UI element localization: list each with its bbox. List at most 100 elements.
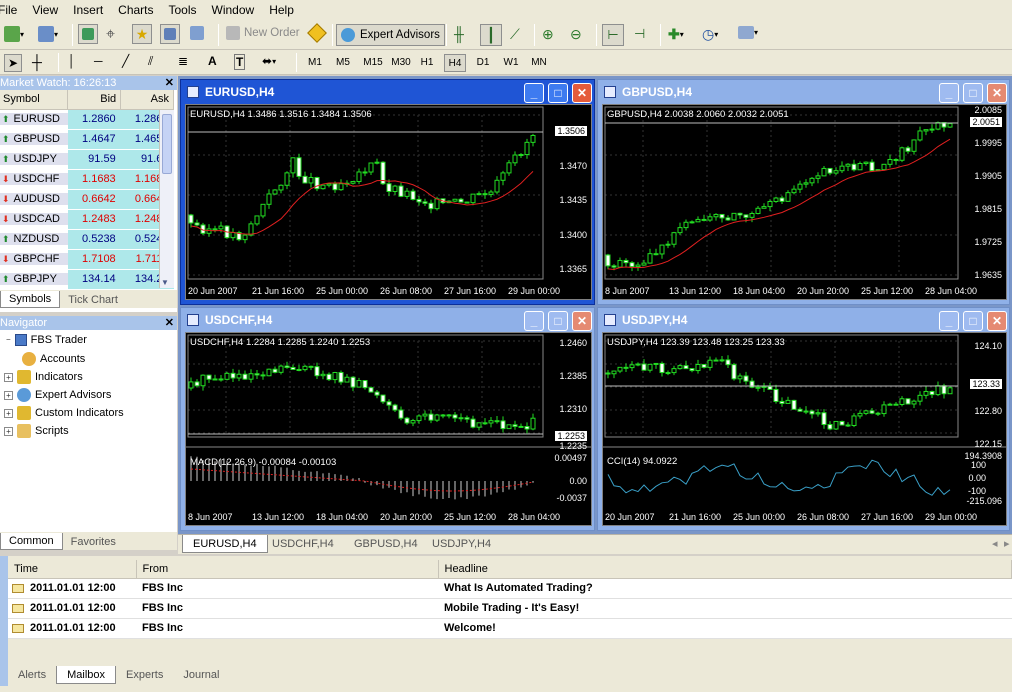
close-icon[interactable]: ✕: [165, 76, 174, 90]
tab-mailbox[interactable]: Mailbox: [56, 666, 117, 684]
close-icon[interactable]: ✕: [572, 83, 592, 103]
chart-window-titlebar[interactable]: USDCHF,H4 _ □ ✕: [181, 308, 594, 332]
price-chart[interactable]: [603, 105, 1006, 299]
expand-icon[interactable]: +: [4, 372, 13, 382]
market-watch-row[interactable]: ⬇ USDCHF 1.1683 1.1686: [0, 169, 174, 190]
timeframe-h1[interactable]: H1: [416, 54, 438, 72]
menu-charts[interactable]: Charts: [110, 0, 160, 20]
minimize-icon[interactable]: _: [524, 311, 544, 331]
chart-shift-button[interactable]: ⊣: [634, 26, 645, 42]
market-watch-row[interactable]: ⬇ USDCAD 1.2483 1.2487: [0, 209, 174, 230]
market-watch-row[interactable]: ⬆ EURUSD 1.2860 1.2862: [0, 109, 174, 130]
close-icon[interactable]: ✕: [572, 311, 592, 331]
menu-file[interactable]: File: [0, 0, 24, 20]
market-watch-row[interactable]: ⬆ USDJPY 91.59 91.61: [0, 149, 174, 170]
chart-area[interactable]: USDCHF,H4 1.2284 1.2285 1.2240 1.2253 1.…: [185, 332, 592, 526]
expand-icon[interactable]: +: [4, 408, 13, 418]
channel-button[interactable]: ⫽: [148, 54, 153, 69]
arrows-button[interactable]: ⬌ ▾: [262, 54, 276, 68]
tab-alerts[interactable]: Alerts: [8, 666, 56, 684]
market-watch-scrollbar[interactable]: ▼: [159, 110, 174, 288]
column-header-from[interactable]: From: [136, 560, 439, 579]
column-header-time[interactable]: Time: [8, 560, 137, 579]
market-watch-row[interactable]: ⬇ AUDUSD 0.6642 0.6645: [0, 189, 174, 210]
auto-scroll-button[interactable]: ⊢: [602, 24, 624, 46]
timeframe-mn[interactable]: MN: [528, 54, 550, 72]
price-chart[interactable]: [186, 333, 591, 525]
fibonacci-button[interactable]: ≣: [178, 54, 188, 68]
maximize-icon[interactable]: □: [963, 311, 983, 331]
line-chart-button[interactable]: ⟋: [510, 26, 520, 43]
price-chart[interactable]: [603, 333, 1006, 525]
scroll-thumb[interactable]: [162, 114, 172, 174]
nav-item-scripts[interactable]: + Scripts: [4, 424, 69, 438]
maximize-icon[interactable]: □: [548, 83, 568, 103]
menu-view[interactable]: View: [24, 0, 65, 20]
chart-window-titlebar[interactable]: USDJPY,H4 _ □ ✕: [598, 308, 1009, 332]
market-watch-row[interactable]: ⬆ GBPUSD 1.4647 1.4650: [0, 129, 174, 150]
nav-item-accounts[interactable]: Accounts: [22, 352, 85, 366]
menu-window[interactable]: Window: [204, 0, 262, 20]
scroll-down-icon[interactable]: ▼: [161, 278, 169, 287]
expand-icon[interactable]: +: [4, 426, 13, 436]
tab-symbols[interactable]: Symbols: [0, 291, 61, 308]
zoom-out-button[interactable]: ⊖: [570, 26, 582, 43]
mail-row[interactable]: 2011.01.01 12:00 FBS Inc Mobile Trading - …: [8, 598, 1012, 619]
nav-item-indicators[interactable]: + Indicators: [4, 370, 83, 384]
chart-window-gbpusd[interactable]: GBPUSD,H4 _ □ ✕ GBPUSD,H4 2.0038 2.0060 2.…: [597, 79, 1010, 305]
expert-advisors-button[interactable]: Expert Advisors: [336, 24, 445, 46]
timeframe-m15[interactable]: M15: [360, 54, 386, 72]
close-icon[interactable]: ✕: [165, 316, 174, 330]
cursor-button[interactable]: ➤: [4, 54, 22, 72]
text-label-button[interactable]: T: [234, 54, 246, 70]
text-button[interactable]: A: [208, 54, 217, 68]
tab-tick-chart[interactable]: Tick Chart: [60, 292, 126, 308]
minimize-icon[interactable]: _: [939, 83, 959, 103]
chart-window-titlebar[interactable]: GBPUSD,H4 _ □ ✕: [598, 80, 1009, 104]
column-header-symbol[interactable]: Symbol: [0, 90, 69, 110]
metaeditor-button[interactable]: [307, 23, 327, 43]
zoom-in-button[interactable]: ⊕: [542, 26, 554, 43]
chart-tab-eurusd[interactable]: EURUSD,H4: [182, 535, 268, 553]
menu-insert[interactable]: Insert: [65, 0, 110, 20]
terminal-toggle[interactable]: [160, 24, 180, 44]
maximize-icon[interactable]: □: [963, 83, 983, 103]
minimize-icon[interactable]: _: [524, 83, 544, 103]
minimize-icon[interactable]: _: [939, 311, 959, 331]
market-watch-row[interactable]: ⬆ NZDUSD 0.5238 0.5243: [0, 229, 174, 250]
bar-chart-button[interactable]: ╫: [454, 26, 464, 42]
chart-tab-gbpusd[interactable]: GBPUSD,H4: [344, 535, 428, 553]
maximize-icon[interactable]: □: [548, 311, 568, 331]
column-header-ask[interactable]: Ask: [120, 90, 174, 110]
tab-favorites[interactable]: Favorites: [63, 534, 124, 550]
nav-root[interactable]: − FBS Trader: [6, 334, 87, 346]
indicators-button[interactable]: ✚ ▾: [668, 26, 684, 43]
chart-area[interactable]: EURUSD,H4 1.3486 1.3516 1.3484 1.3506 1.…: [185, 104, 592, 300]
timeframe-m5[interactable]: M5: [332, 54, 354, 72]
mail-row[interactable]: 2011.01.01 12:00 FBS Inc What Is Automated…: [8, 578, 1012, 599]
templates-button[interactable]: ▾: [738, 26, 758, 39]
periods-button[interactable]: ◷ ▾: [702, 26, 718, 43]
expand-icon[interactable]: +: [4, 390, 13, 400]
timeframe-h4[interactable]: H4: [444, 54, 466, 72]
navigator-toggle[interactable]: ★: [132, 24, 152, 44]
price-chart[interactable]: [186, 105, 591, 299]
new-chart-button[interactable]: ▾: [4, 26, 24, 42]
crosshair-button[interactable]: ┼: [32, 54, 42, 70]
mail-row[interactable]: 2011.01.01 12:00 FBS Inc Welcome!: [8, 618, 1012, 639]
chart-tab-usdjpy[interactable]: USDJPY,H4: [422, 535, 501, 553]
candlestick-button[interactable]: ┃: [480, 24, 502, 46]
data-window-button[interactable]: ⌖: [106, 26, 115, 44]
timeframe-m30[interactable]: M30: [388, 54, 414, 72]
column-header-headline[interactable]: Headline: [438, 560, 1012, 579]
chart-window-titlebar[interactable]: EURUSD,H4 _ □ ✕: [181, 80, 594, 104]
market-watch-row[interactable]: ⬆ GBPJPY 134.14 134.21: [0, 269, 174, 290]
strategy-tester-button[interactable]: [190, 26, 204, 40]
new-order-button[interactable]: New Order: [226, 26, 300, 40]
chart-window-eurusd[interactable]: EURUSD,H4 _ □ ✕ EURUSD,H4 1.3486 1.3516 1.…: [180, 79, 595, 305]
chart-area[interactable]: USDJPY,H4 123.39 123.48 123.25 123.33 12…: [602, 332, 1007, 526]
nav-item-expert-advisors[interactable]: + Expert Advisors: [4, 388, 111, 402]
trendline-button[interactable]: ╱: [122, 54, 129, 68]
horizontal-line-button[interactable]: ─: [94, 54, 103, 68]
chart-window-usdchf[interactable]: USDCHF,H4 _ □ ✕ USDCHF,H4 1.2284 1.2285 1.…: [180, 307, 595, 531]
